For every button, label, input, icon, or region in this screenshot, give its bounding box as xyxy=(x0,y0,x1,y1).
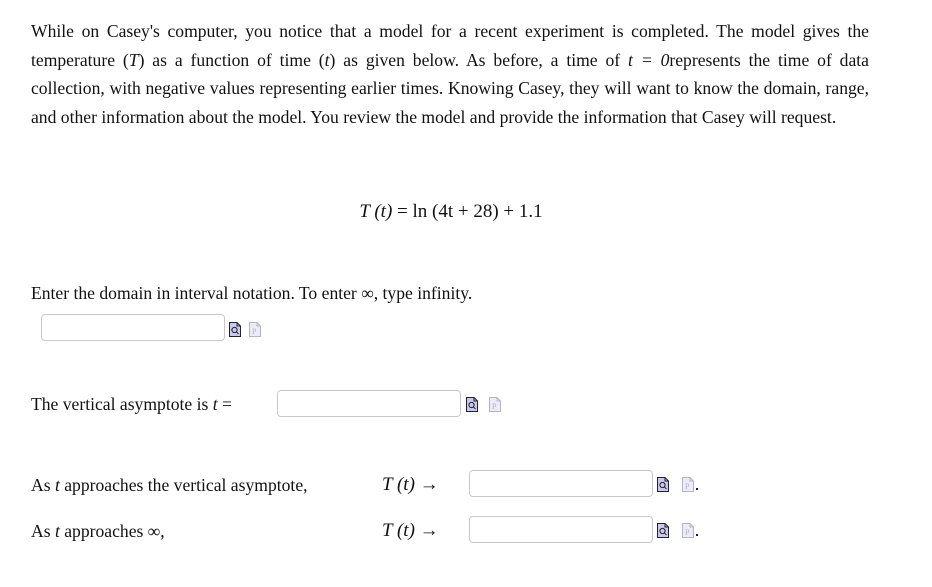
limit-asymptote-prompt: As t approaches the vertical asymptote, xyxy=(31,474,308,496)
prompt-text: As xyxy=(31,475,55,495)
limit-asymptote-expr: T (t) → xyxy=(382,474,439,495)
problem-statement: While on Casey's computer, you notice th… xyxy=(31,17,869,131)
asymptote-prompt: The vertical asymptote is t = xyxy=(31,393,232,415)
intro-text: ) as given below. As before, a time of xyxy=(329,49,629,70)
var-T: T xyxy=(128,49,139,70)
preview-magnifier-icon[interactable] xyxy=(657,477,669,492)
limit-asymptote-input[interactable] xyxy=(469,470,653,497)
preview-magnifier-icon[interactable] xyxy=(229,322,241,337)
preview-magnifier-icon[interactable] xyxy=(466,397,478,412)
period-mark xyxy=(696,534,698,536)
limit-infinity-input[interactable] xyxy=(469,516,653,543)
svg-text:P: P xyxy=(685,528,690,537)
svg-text:P: P xyxy=(492,402,497,411)
domain-prompt: Enter the domain in interval notation. T… xyxy=(31,283,473,303)
equation-rhs: = ln (4t + 28) + 1.1 xyxy=(397,201,543,222)
prompt-text: approaches the vertical asymptote, xyxy=(59,475,308,495)
svg-text:P: P xyxy=(252,327,257,336)
preview-magnifier-icon[interactable] xyxy=(657,523,669,538)
domain-input[interactable] xyxy=(41,314,225,341)
math-palette-p-icon[interactable]: P xyxy=(249,322,261,337)
period-mark xyxy=(696,488,698,490)
asymptote-input[interactable] xyxy=(277,390,461,417)
limit-infinity-expr: T (t) → xyxy=(382,520,439,541)
prompt-text: approaches ∞, xyxy=(59,521,165,541)
svg-text:P: P xyxy=(685,482,690,491)
equals-sign: = xyxy=(217,394,232,414)
limit-infinity-prompt: As t approaches ∞, xyxy=(31,520,165,542)
asymptote-prompt-text: The vertical asymptote is xyxy=(31,394,213,414)
intro-text: ) as a function of time ( xyxy=(138,49,325,70)
math-t-equals-0: t = 0 xyxy=(628,49,670,70)
math-palette-p-icon[interactable]: P xyxy=(682,477,694,492)
prompt-text: As xyxy=(31,521,55,541)
equation-lhs: T (t) xyxy=(359,201,393,222)
model-equation: T (t) = ln (4t + 28) + 1.1 xyxy=(0,201,932,223)
math-palette-p-icon[interactable]: P xyxy=(489,397,501,412)
math-palette-p-icon[interactable]: P xyxy=(682,523,694,538)
